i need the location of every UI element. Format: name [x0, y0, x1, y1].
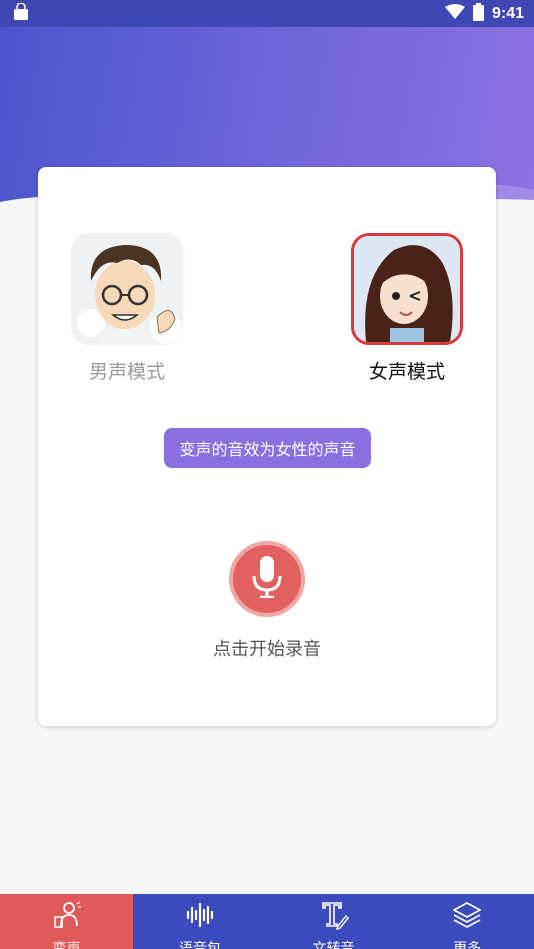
tab-label: 变声 [52, 941, 81, 949]
waveform-icon [185, 900, 215, 934]
bottom-tab-bar: 变声 语音包 文转音 更多 [0, 894, 534, 949]
female-avatar[interactable] [351, 233, 463, 345]
voice-changer-card: 男声模式 女声模式 变声的音效为女性的声音 点击开始录音 [38, 167, 496, 726]
male-voice-mode[interactable]: 男声模式 [47, 233, 207, 384]
text-to-speech-icon [319, 900, 349, 934]
voice-change-icon [52, 900, 82, 934]
shopping-bag-icon [12, 1, 30, 25]
record-button[interactable] [229, 541, 305, 617]
wifi-icon [444, 3, 465, 24]
status-bar: 9:41 [0, 0, 534, 27]
tab-label: 语音包 [178, 941, 221, 949]
male-avatar[interactable] [71, 233, 183, 345]
female-voice-mode[interactable]: 女声模式 [327, 233, 487, 384]
record-label: 点击开始录音 [213, 639, 321, 660]
layers-icon [452, 900, 482, 934]
microphone-icon [252, 556, 282, 602]
battery-icon [472, 2, 484, 25]
effect-hint-badge: 变声的音效为女性的声音 [164, 428, 371, 468]
tab-label: 更多 [453, 941, 482, 949]
tab-voice-change[interactable]: 变声 [0, 894, 133, 949]
tab-text-to-speech[interactable]: 文转音 [267, 894, 401, 949]
tab-label: 文转音 [312, 941, 355, 949]
female-mode-label: 女声模式 [368, 361, 445, 383]
male-mode-label: 男声模式 [88, 361, 165, 383]
tab-voice-pack[interactable]: 语音包 [133, 894, 267, 949]
tab-more[interactable]: 更多 [400, 894, 534, 949]
status-time: 9:41 [491, 4, 524, 22]
